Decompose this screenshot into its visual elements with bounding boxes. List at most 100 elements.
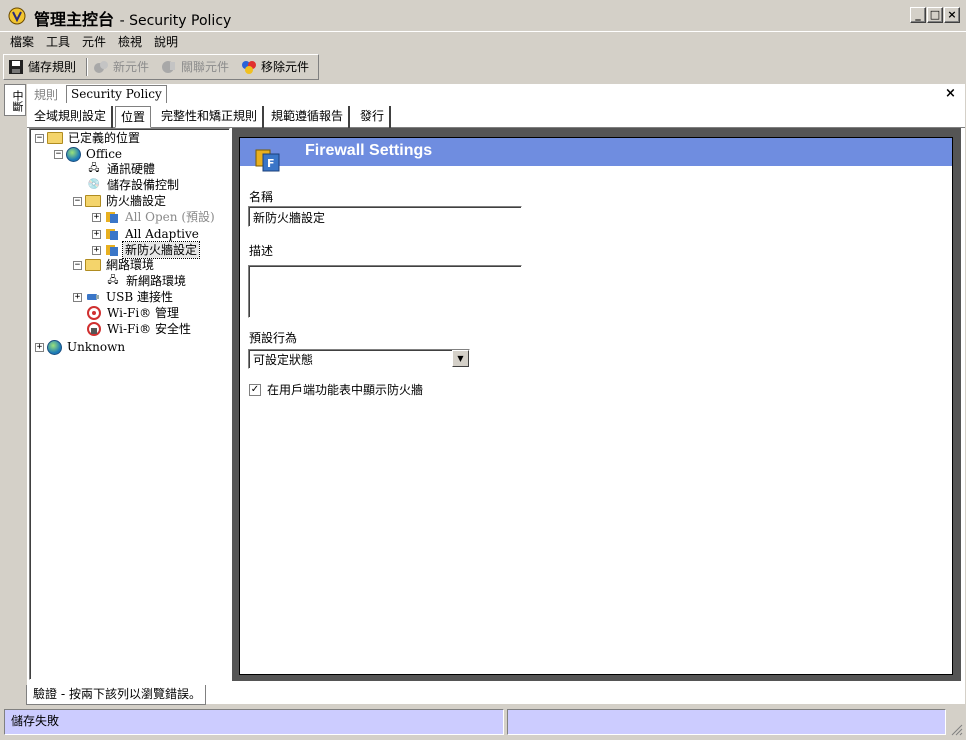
new-component-button[interactable]: 新元件 <box>93 57 149 77</box>
save-rules-button[interactable]: 儲存規則 <box>8 57 76 77</box>
tree-node-comm-hardware[interactable]: 🖧 通訊硬體 <box>86 161 157 177</box>
tree-node-fw-new[interactable]: + 新防火牆設定 <box>92 241 201 259</box>
tree-label: 新網路環境 <box>126 274 187 288</box>
usb-icon <box>85 289 101 305</box>
expand-icon[interactable]: + <box>92 245 101 255</box>
wifi-lock-icon <box>86 321 102 337</box>
storage-device-icon: 💿 <box>87 179 101 190</box>
menu-bar <box>0 32 966 52</box>
tree-node-wifi-security[interactable]: Wi-Fi® 安全性 <box>86 321 193 337</box>
tree-label: Office <box>86 147 123 161</box>
expand-icon[interactable]: + <box>73 292 82 302</box>
new-component-icon <box>94 61 108 73</box>
doc-tab-rules[interactable]: 規則 <box>34 86 58 103</box>
save-rules-label: 儲存規則 <box>28 60 77 74</box>
doc-tab-security-policy[interactable]: Security Policy <box>66 85 167 103</box>
svg-text:F: F <box>267 157 275 170</box>
collapse-icon[interactable]: − <box>73 196 82 206</box>
validation-tab[interactable]: 驗證 - 按兩下該列以瀏覽錯誤。 <box>26 685 206 705</box>
tab-global-rules[interactable]: 全域規則設定 <box>29 106 114 128</box>
tree-node-firewall-settings[interactable]: − 防火牆設定 <box>73 193 168 209</box>
tree-label: All Adaptive <box>125 227 199 241</box>
associate-component-label: 關聯元件 <box>181 60 230 74</box>
window-title-text: 管理主控台 <box>34 10 115 29</box>
tab-integrity-rules[interactable]: 完整性和矯正規則 <box>156 106 265 128</box>
show-firewall-label: 在用戶端功能表中顯示防火牆 <box>267 383 424 397</box>
tree-node-fw-all-adaptive[interactable]: + All Adaptive <box>92 226 201 242</box>
tree-label: 防火牆設定 <box>106 194 167 208</box>
tree-label: USB 連接性 <box>106 290 173 304</box>
show-firewall-checkbox[interactable]: ✓ <box>249 384 261 396</box>
wifi-icon <box>86 305 102 321</box>
panel-title: Firewall Settings <box>305 142 433 159</box>
locations-tree[interactable]: − 已定義的位置 − Office 🖧 通訊硬體 💿 儲存設備控制 − 防火牆設… <box>29 128 230 680</box>
remove-component-icon <box>242 61 256 74</box>
description-field[interactable] <box>248 265 522 318</box>
tree-label: Unknown <box>67 340 126 354</box>
tree-label: Wi-Fi® 管理 <box>107 306 179 320</box>
description-label: 描述 <box>249 244 274 258</box>
tree-node-wifi-management[interactable]: Wi-Fi® 管理 <box>86 305 181 321</box>
resize-grip-icon[interactable] <box>949 722 963 736</box>
associate-component-button[interactable]: 關聯元件 <box>161 57 229 77</box>
tree-label: 網路環境 <box>106 258 155 272</box>
firewall-icon <box>104 226 120 242</box>
network-icon: 🖧 <box>107 275 119 286</box>
tree-node-usb[interactable]: + USB 連接性 <box>73 289 175 305</box>
firewall-icon: F <box>255 149 280 172</box>
status-pane-secondary <box>507 709 946 735</box>
globe-icon <box>66 146 81 162</box>
tree-node-new-network[interactable]: 🖧 新網路環境 <box>105 273 188 289</box>
tree-node-network-env[interactable]: − 網路環境 <box>73 257 156 273</box>
expand-icon[interactable]: + <box>92 229 101 239</box>
new-component-label: 新元件 <box>113 60 150 74</box>
tree-node-office[interactable]: − Office <box>54 146 124 162</box>
tree-node-storage-control[interactable]: 💿 儲存設備控制 <box>86 177 181 193</box>
firewall-icon <box>104 209 120 225</box>
expand-icon[interactable]: + <box>35 342 44 352</box>
tree-node-fw-all-open[interactable]: + All Open (預設) <box>92 209 217 225</box>
menu-view[interactable]: 檢視 <box>116 33 144 51</box>
maximize-button[interactable]: □ <box>927 7 943 23</box>
tree-label: All Open (預設) <box>125 210 215 224</box>
window-title: 管理主控台 - Security Policy <box>34 6 231 30</box>
modem-icon: 🖧 <box>88 163 100 174</box>
toolbar-separator <box>86 58 88 76</box>
tab-locations[interactable]: 位置 <box>115 106 152 128</box>
name-label: 名稱 <box>249 190 274 204</box>
window-subtitle: - Security Policy <box>119 13 232 29</box>
floppy-disk-icon <box>9 60 23 74</box>
close-doc-icon[interactable]: × <box>945 86 956 101</box>
menu-file[interactable]: 檔案 <box>8 33 36 51</box>
tab-compliance-report[interactable]: 規範遵循報告 <box>266 106 351 128</box>
collapse-icon[interactable]: − <box>35 133 44 143</box>
tree-node-defined-locations[interactable]: − 已定義的位置 <box>35 130 142 146</box>
tree-label: 新防火牆設定 <box>121 241 201 259</box>
menu-component[interactable]: 元件 <box>80 33 108 51</box>
side-tab-interrupt[interactable]: 中斷 <box>4 84 26 116</box>
remove-component-button[interactable]: 移除元件 <box>241 57 309 77</box>
remove-component-label: 移除元件 <box>261 60 310 74</box>
collapse-icon[interactable]: − <box>73 260 82 270</box>
collapse-icon[interactable]: − <box>54 149 63 159</box>
tab-publish[interactable]: 發行 <box>355 106 392 128</box>
associate-component-icon <box>162 61 175 73</box>
firewall-icon <box>104 242 120 258</box>
tree-label: 通訊硬體 <box>107 162 156 176</box>
tree-node-unknown[interactable]: + Unknown <box>35 339 127 355</box>
expand-icon[interactable]: + <box>92 212 101 222</box>
close-window-button[interactable]: × <box>944 7 960 23</box>
folder-open-icon <box>85 195 101 207</box>
folder-open-icon <box>85 259 101 271</box>
default-behavior-value: 可設定狀態 <box>253 353 314 367</box>
app-logo-icon <box>8 7 26 25</box>
globe-icon <box>47 339 62 355</box>
menu-help[interactable]: 說明 <box>152 33 180 51</box>
menu-tools[interactable]: 工具 <box>44 33 72 51</box>
tree-label: 儲存設備控制 <box>107 178 180 192</box>
tree-label: 已定義的位置 <box>68 131 141 145</box>
minimize-button[interactable]: _ <box>910 7 926 23</box>
chevron-down-icon[interactable]: ▼ <box>452 350 469 367</box>
default-behavior-select[interactable]: 可設定狀態 <box>248 349 470 369</box>
name-field[interactable]: 新防火牆設定 <box>248 206 522 227</box>
